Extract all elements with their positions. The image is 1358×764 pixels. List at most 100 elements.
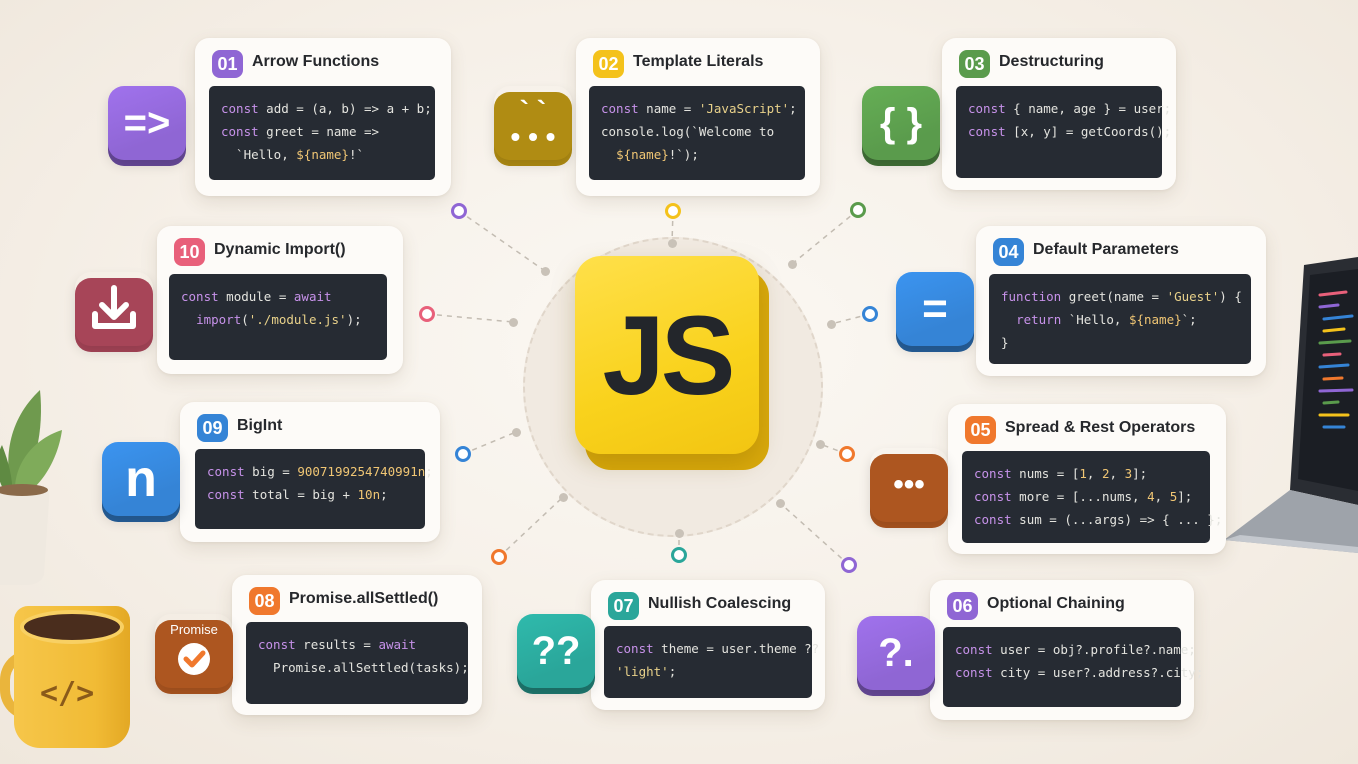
icon-glyph: n xyxy=(125,450,157,508)
icon-glyph: ` ` • • • xyxy=(510,95,556,152)
icon-glyph: => xyxy=(123,101,171,145)
code-line: `Hello, ${name}!` xyxy=(221,147,365,162)
card-title: Promise.allSettled() xyxy=(289,590,439,607)
hub-connector-dot xyxy=(509,318,518,327)
ellipsis-icon: ••• xyxy=(870,448,948,528)
connector-dot xyxy=(451,203,467,219)
card-title: Spread & Rest Operators xyxy=(1005,419,1196,436)
card-number-badge: 02 xyxy=(593,50,624,78)
promise-check-icon: Promise xyxy=(155,614,233,694)
icon-glyph: { } xyxy=(879,101,923,145)
hub-connector-dot xyxy=(816,440,825,449)
download-icon xyxy=(75,272,153,352)
hub-connector-dot xyxy=(675,529,684,538)
js-logo: JS xyxy=(575,256,769,470)
card-title: Default Parameters xyxy=(1033,241,1179,258)
code-line: import('./module.js'); xyxy=(196,312,362,327)
question-dot-icon: ?. xyxy=(857,616,935,696)
code-snippet: const { name, age } = user; const [x, y] … xyxy=(956,86,1172,178)
connector-line xyxy=(426,313,514,323)
connector-dot xyxy=(841,557,857,573)
code-line: const nums = [1, 2, 3]; xyxy=(974,466,1148,481)
code-line: const { name, age } = user; xyxy=(968,101,1172,116)
hub-connector-dot xyxy=(512,428,521,437)
code-line: } xyxy=(1001,335,1009,350)
code-line: const greet = name => xyxy=(221,124,380,139)
double-question-icon: ?? xyxy=(517,614,595,694)
code-line: const city = user?.address?.city; xyxy=(955,665,1204,680)
connector-line xyxy=(458,210,546,272)
card-number-badge: 08 xyxy=(249,587,280,615)
card-number-badge: 05 xyxy=(965,416,996,444)
icon-glyph: = xyxy=(922,284,948,333)
code-snippet: const theme = user.theme ?? 'light'; xyxy=(604,626,820,698)
connector-dot xyxy=(850,202,866,218)
braces-icon: { } xyxy=(862,86,940,166)
hub-connector-dot xyxy=(559,493,568,502)
card-title: Destructuring xyxy=(999,53,1104,70)
card-number-badge: 09 xyxy=(197,414,228,442)
hub-connector-dot xyxy=(788,260,797,269)
code-snippet: const add = (a, b) => a + b; const greet … xyxy=(209,86,435,180)
code-snippet: const big = 9007199254740991n; const tota… xyxy=(195,449,433,529)
hub-connector-dot xyxy=(776,499,785,508)
code-line: const big = 9007199254740991n; xyxy=(207,464,433,479)
code-line: const results = await xyxy=(258,637,417,652)
card-title: Template Literals xyxy=(633,53,764,70)
card-number-badge: 03 xyxy=(959,50,990,78)
icon-glyph: ?. xyxy=(878,631,914,675)
card-title: Arrow Functions xyxy=(252,53,380,70)
card-title: Dynamic Import() xyxy=(214,241,346,258)
code-line: return `Hello, ${name}`; xyxy=(1016,312,1197,327)
card-number-badge: 07 xyxy=(608,592,639,620)
connector-line xyxy=(462,431,517,455)
arrow-icon: => xyxy=(108,86,186,166)
connector-dot xyxy=(839,446,855,462)
code-line: const more = [...nums, 4, 5]; xyxy=(974,489,1193,504)
card-number-badge: 06 xyxy=(947,592,978,620)
code-line: function greet(name = 'Guest') { xyxy=(1001,289,1242,304)
code-line: ${name}!`); xyxy=(616,147,699,162)
code-line: Promise.allSettled(tasks); xyxy=(258,660,469,675)
code-line: const total = big + 10n; xyxy=(207,487,388,502)
code-snippet: const results = await Promise.allSettled… xyxy=(246,622,469,704)
connector-dot xyxy=(665,203,681,219)
promise-icon-label: Promise xyxy=(170,622,218,637)
code-line: console.log(`Welcome to xyxy=(601,124,775,139)
connector-dot xyxy=(455,446,471,462)
code-snippet: const module = await import('./module.js… xyxy=(169,274,387,360)
code-line: const module = await xyxy=(181,289,332,304)
card-title: Optional Chaining xyxy=(987,595,1125,612)
connector-dot xyxy=(419,306,435,322)
connector-dot xyxy=(862,306,878,322)
code-line: const add = (a, b) => a + b; xyxy=(221,101,432,116)
code-line: const theme = user.theme ?? xyxy=(616,641,820,656)
bigint-n-icon: n xyxy=(102,442,180,522)
icon-glyph: ••• xyxy=(893,468,925,501)
hub-connector-dot xyxy=(827,320,836,329)
connector-dot xyxy=(491,549,507,565)
hub-connector-dot xyxy=(668,239,677,248)
code-line: const user = obj?.profile?.name; xyxy=(955,642,1196,657)
hub-connector-dot xyxy=(541,267,550,276)
connector-line xyxy=(791,209,859,265)
connector-dot xyxy=(671,547,687,563)
icon-glyph: ?? xyxy=(531,629,581,673)
code-snippet: const name = 'JavaScript'; console.log(`W… xyxy=(589,86,805,180)
backtick-icon: ` ` • • • xyxy=(494,86,572,166)
card-number-badge: 04 xyxy=(993,238,1024,266)
card-title: BigInt xyxy=(237,417,283,434)
card-title: Nullish Coalescing xyxy=(648,595,792,612)
equals-icon: = xyxy=(896,272,974,352)
code-line: 'light'; xyxy=(616,664,677,679)
code-line: const [x, y] = getCoords(); xyxy=(968,124,1172,139)
card-number-badge: 01 xyxy=(212,50,243,78)
connector-line xyxy=(779,502,850,566)
connector-line xyxy=(498,496,564,558)
code-snippet: const nums = [1, 2, 3]; const more = [...… xyxy=(962,451,1223,543)
code-snippet: const user = obj?.profile?.name; const ci… xyxy=(943,627,1204,707)
code-line: const sum = (...args) => { ... }; xyxy=(974,512,1223,527)
code-snippet: function greet(name = 'Guest') { return … xyxy=(989,274,1251,364)
js-logo-text: JS xyxy=(602,293,736,418)
card-number-badge: 10 xyxy=(174,238,205,266)
